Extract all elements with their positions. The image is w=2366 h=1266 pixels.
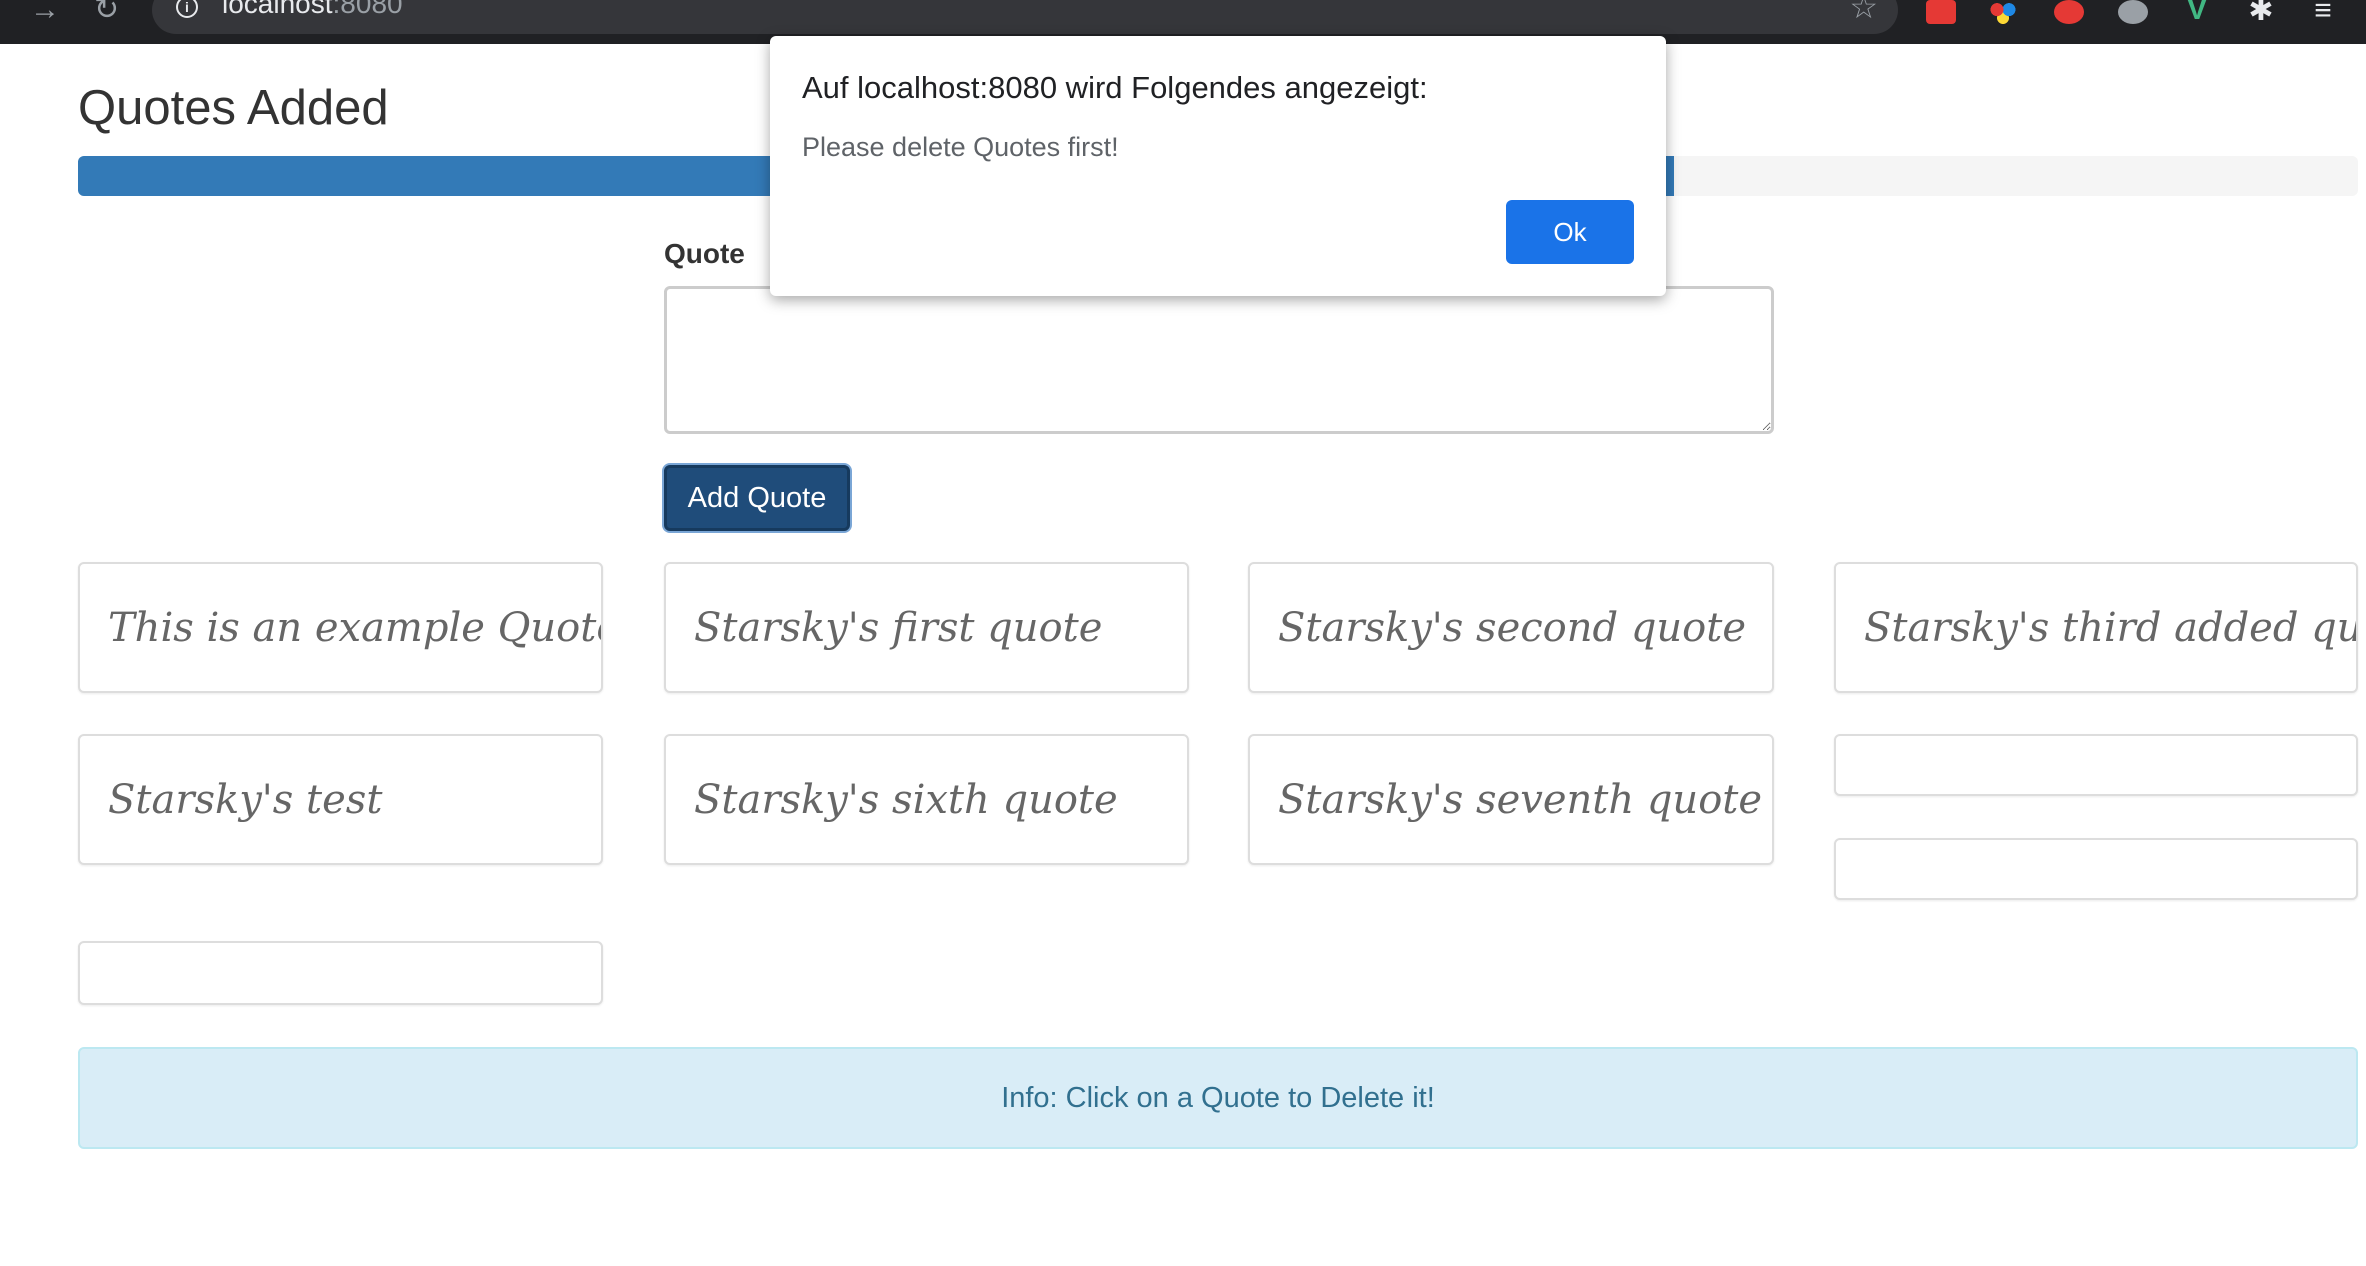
quote-card[interactable]: Starsky's test [78,734,603,865]
add-quote-button[interactable]: Add Quote [664,465,850,531]
quote-label: Quote [664,238,745,269]
quote-card[interactable]: Starsky's third added quote [1834,562,2358,693]
extension-icon-grey[interactable] [2118,0,2148,24]
bookmark-star-icon[interactable]: ☆ [1849,0,1878,26]
vue-devtools-icon[interactable]: V [2182,0,2212,25]
dialog-title: Auf localhost:8080 wird Folgendes angeze… [802,70,1428,105]
quote-card[interactable]: Starsky's sixth quote [664,734,1189,865]
alert-dialog: Auf localhost:8080 wird Folgendes angeze… [770,36,1666,296]
info-text: Info: Click on a Quote to Delete it! [1001,1081,1435,1114]
quote-card[interactable] [1834,838,2358,900]
quote-card[interactable] [1834,734,2358,796]
dialog-message: Please delete Quotes first! [802,132,1119,162]
reload-icon[interactable]: ↻ [94,0,119,25]
extension-icon-hand[interactable] [2054,0,2084,24]
media-queue-icon[interactable]: ≡ [2308,0,2338,26]
quote-textarea[interactable] [664,286,1774,434]
extension-icon-colorful[interactable] [1988,0,2018,24]
quote-card[interactable]: Starsky's first quote [664,562,1189,693]
site-info-icon[interactable]: i [176,0,198,18]
forward-arrow-icon[interactable]: → [30,0,60,25]
quote-card[interactable] [78,941,603,1005]
extensions-puzzle-icon[interactable]: ✱ [2246,0,2276,26]
page-title: Quotes Added [78,81,389,135]
extension-icon-red-bookmark[interactable] [1926,0,1956,24]
ok-button[interactable]: Ok [1506,200,1634,264]
address-bar[interactable]: i localhost:8080 ☆ [152,0,1898,34]
quote-card[interactable]: This is an example Quote. [78,562,603,693]
info-alert: Info: Click on a Quote to Delete it! [78,1047,2358,1149]
quote-card[interactable]: Starsky's seventh quote [1248,734,1774,865]
quote-card[interactable]: Starsky's second quote [1248,562,1774,693]
url-text: localhost:8080 [222,0,403,19]
